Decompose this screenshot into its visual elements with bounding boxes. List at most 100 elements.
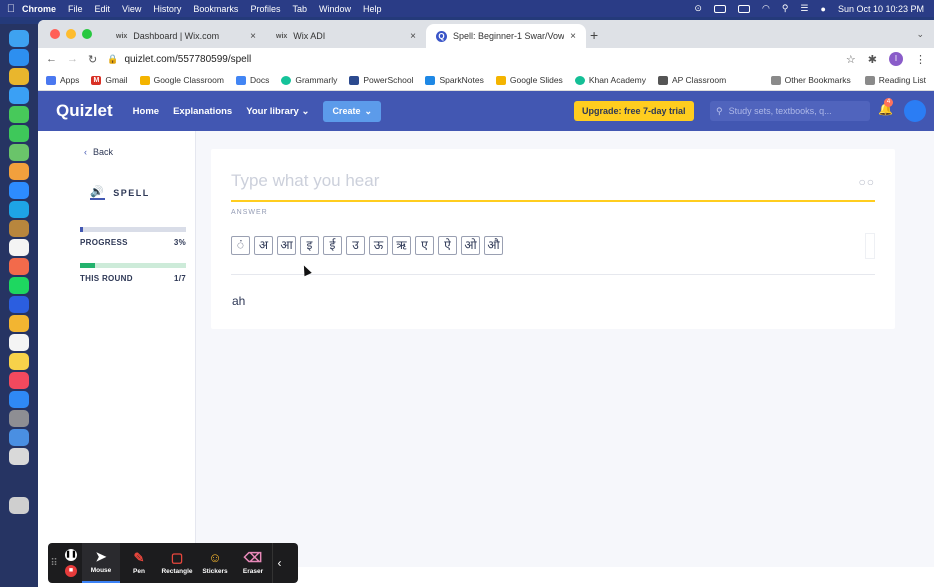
wifi-icon[interactable]: ◠ [762, 3, 770, 14]
zoom-icon[interactable] [9, 182, 29, 199]
tool-pen[interactable]: ✎ Pen [120, 543, 158, 583]
spotlight-icon[interactable]: ⚲ [782, 3, 789, 14]
bookmark-classroom[interactable]: Google Classroom [139, 75, 224, 85]
pause-icon[interactable]: ❚❚ [65, 549, 77, 561]
bookmark-khan[interactable]: Khan Academy [574, 75, 646, 85]
close-tab-icon[interactable]: × [250, 31, 256, 42]
profile-avatar[interactable]: I [889, 52, 903, 66]
photos-icon[interactable] [9, 163, 29, 180]
quizlet-logo[interactable]: Quizlet [56, 101, 113, 121]
special-char-button[interactable]: औ [484, 236, 503, 255]
menu-help[interactable]: Help [363, 4, 382, 14]
mail-icon[interactable] [9, 87, 29, 104]
special-char-button[interactable]: ं [231, 236, 250, 255]
display-icon[interactable] [713, 4, 726, 13]
user-avatar[interactable] [904, 100, 926, 122]
close-window-button[interactable] [50, 29, 60, 39]
menu-view[interactable]: View [122, 4, 141, 14]
search-box[interactable]: ⚲ [710, 101, 870, 121]
menu-edit[interactable]: Edit [95, 4, 111, 14]
safari-icon[interactable] [9, 49, 29, 66]
trash-icon[interactable] [9, 497, 29, 514]
maps-icon[interactable] [9, 144, 29, 161]
special-char-button[interactable]: उ [346, 236, 365, 255]
skype-icon[interactable] [9, 201, 29, 218]
calendar-icon[interactable] [9, 239, 29, 256]
stop-record-icon[interactable]: ■ [65, 565, 77, 577]
bookmark-reading-list[interactable]: Reading List [864, 75, 926, 85]
bookmark-slides[interactable]: Google Slides [495, 75, 563, 85]
siri-icon[interactable]: ● [821, 4, 826, 14]
back-link[interactable]: ‹ Back [84, 147, 113, 157]
system-preferences-icon[interactable] [9, 410, 29, 427]
zoom-window-button[interactable] [82, 29, 92, 39]
tab-quizlet-spell[interactable]: Q Spell: Beginner-1 Swar/Vowels × [426, 24, 586, 48]
bookmark-other[interactable]: Other Bookmarks [770, 75, 851, 85]
extensions-puzzle-icon[interactable]: ✱ [868, 53, 877, 66]
menubar-clock[interactable]: Sun Oct 10 10:23 PM [838, 4, 924, 14]
menu-bookmarks[interactable]: Bookmarks [193, 4, 238, 14]
screen-record-icon[interactable]: ⊙ [694, 3, 702, 14]
special-char-button[interactable]: अ [254, 236, 273, 255]
search-input[interactable] [728, 106, 859, 116]
special-char-button[interactable]: ऊ [369, 236, 388, 255]
finder-icon[interactable] [9, 30, 29, 47]
messages-icon[interactable] [9, 106, 29, 123]
special-char-button[interactable]: ऋ [392, 236, 411, 255]
nav-your-library[interactable]: Your library ⌄ [246, 106, 309, 117]
tool-stickers[interactable]: ☺ Stickers [196, 543, 234, 583]
special-char-button[interactable]: ई [323, 236, 342, 255]
menu-window[interactable]: Window [319, 4, 351, 14]
lock-icon[interactable]: 🔒 [107, 54, 118, 65]
bookmark-apps[interactable]: Apps [46, 75, 79, 85]
menu-history[interactable]: History [153, 4, 181, 14]
drag-handle-icon[interactable]: ⠿ [48, 558, 60, 569]
word-icon[interactable] [9, 296, 29, 313]
control-center-icon[interactable]: ☰ [800, 3, 808, 14]
app-store-icon[interactable] [9, 391, 29, 408]
battery-icon[interactable] [737, 4, 750, 13]
forward-arrow-icon[interactable]: → [67, 53, 78, 65]
tool-eraser[interactable]: ⌫ Eraser [234, 543, 272, 583]
collapse-toolbar-icon[interactable]: ‹ [272, 543, 286, 583]
nav-explanations[interactable]: Explanations [173, 106, 232, 117]
games-icon[interactable] [9, 258, 29, 275]
tool-rectangle[interactable]: ▢ Rectangle [158, 543, 196, 583]
reload-icon[interactable]: ↻ [88, 53, 97, 66]
menu-profiles[interactable]: Profiles [250, 4, 280, 14]
bookmark-grammarly[interactable]: Grammarly [281, 75, 337, 85]
music-icon[interactable] [9, 372, 29, 389]
back-arrow-icon[interactable]: ← [46, 53, 57, 65]
audio-options-icon[interactable]: ○○ [859, 175, 876, 189]
preview-icon[interactable] [9, 429, 29, 446]
downloads-icon[interactable] [9, 448, 29, 465]
upgrade-button[interactable]: Upgrade: free 7-day trial [574, 101, 694, 121]
address-bar[interactable]: 🔒 quizlet.com/557780599/spell [107, 54, 836, 65]
nav-home[interactable]: Home [133, 106, 159, 117]
characters-scrollbar[interactable] [865, 233, 875, 259]
special-char-button[interactable]: इ [300, 236, 319, 255]
kebab-menu-icon[interactable]: ⋮ [915, 53, 926, 66]
answer-input[interactable] [231, 171, 831, 191]
create-button[interactable]: Create ⌄ [323, 100, 381, 122]
apple-icon[interactable]:  [0, 3, 22, 15]
bookmark-ap-classroom[interactable]: AP Classroom [658, 75, 726, 85]
bookmark-star-icon[interactable]: ☆ [846, 53, 856, 66]
url-text[interactable]: quizlet.com/557780599/spell [124, 54, 251, 65]
menu-tab[interactable]: Tab [292, 4, 307, 14]
close-tab-icon[interactable]: × [570, 31, 576, 42]
bookmark-powerschool[interactable]: PowerSchool [349, 75, 413, 85]
notes-app-icon[interactable] [9, 220, 29, 237]
bookmark-gmail[interactable]: M Gmail [91, 75, 128, 85]
chrome-icon[interactable] [9, 68, 29, 85]
minimize-window-button[interactable] [66, 29, 76, 39]
bookmark-sparknotes[interactable]: SparkNotes [425, 75, 484, 85]
reminders-icon[interactable] [9, 334, 29, 351]
facetime-icon[interactable] [9, 125, 29, 142]
special-char-button[interactable]: आ [277, 236, 296, 255]
special-char-button[interactable]: ऐ [438, 236, 457, 255]
bookmark-docs[interactable]: Docs [235, 75, 269, 85]
special-char-button[interactable]: ओ [461, 236, 480, 255]
notes-icon[interactable] [9, 353, 29, 370]
pencil-app-icon[interactable] [9, 315, 29, 332]
